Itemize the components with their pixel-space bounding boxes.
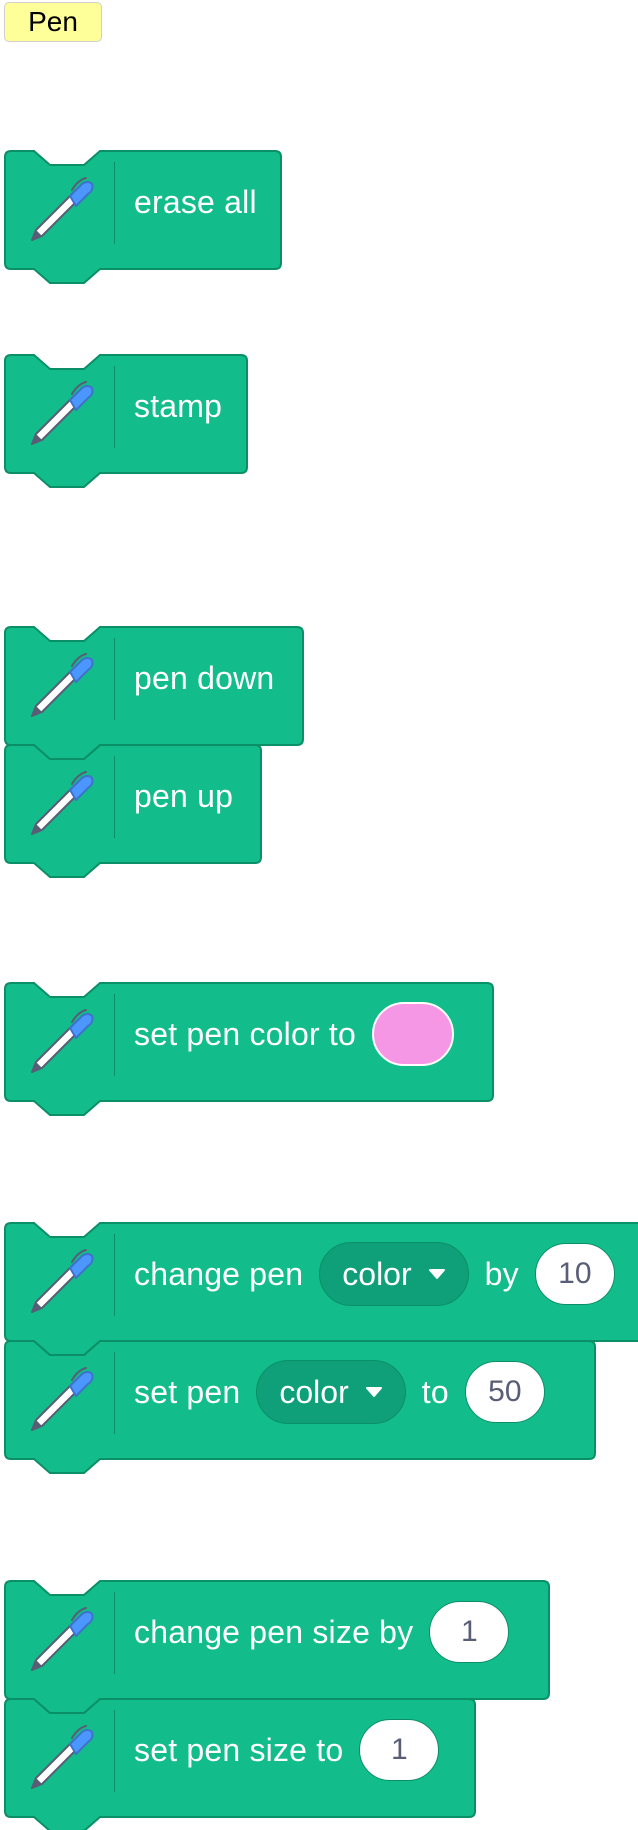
pen-icon [26,1366,96,1436]
block-label: set pen size to [134,1731,344,1768]
pen-icon [26,770,96,840]
block-label: set pen color to [134,1015,356,1052]
divider [114,994,115,1076]
change-pen-param-block[interactable]: change pen color by 10 [0,1218,638,1356]
block-label: to [421,1373,449,1410]
pen-down-block[interactable]: pen down [0,622,308,760]
value-input[interactable]: 1 [359,1719,440,1781]
set-pen-size-block[interactable]: set pen size to 1 [0,1694,480,1830]
block-label: pen up [134,777,234,814]
pen-icon [26,176,96,246]
divider [114,1710,115,1792]
pen-icon [26,1248,96,1318]
block-label: stamp [134,387,223,424]
set-pen-param-block[interactable]: set pen color to 50 [0,1336,600,1474]
dropdown-value: color [279,1373,349,1410]
category-label[interactable]: Pen [4,2,102,42]
pen-param-dropdown[interactable]: color [319,1242,469,1306]
change-pen-size-block[interactable]: change pen size by 1 [0,1576,554,1714]
pen-up-block[interactable]: pen up [0,740,266,878]
value-input[interactable]: 50 [464,1361,545,1423]
pen-param-dropdown[interactable]: color [256,1360,406,1424]
divider [114,162,115,244]
stamp-block[interactable]: stamp [0,350,252,488]
block-label: change pen size by [134,1613,414,1650]
pen-icon [26,1724,96,1794]
set-pen-color-block[interactable]: set pen color to [0,978,498,1116]
block-label: change pen [134,1255,304,1292]
divider [114,366,115,448]
block-label: by [484,1255,519,1292]
divider [114,1234,115,1316]
caret-down-icon [428,1269,445,1279]
value-input[interactable]: 10 [534,1243,615,1305]
pen-icon [26,1606,96,1676]
value-input[interactable]: 1 [429,1601,510,1663]
divider [114,1352,115,1434]
pen-color-swatch[interactable] [372,1002,454,1066]
divider [114,638,115,720]
block-label: erase all [134,183,257,220]
erase-all-block[interactable]: erase all [0,146,286,284]
block-label: set pen [134,1373,241,1410]
block-label: pen down [134,659,275,696]
divider [114,756,115,838]
dropdown-value: color [342,1255,412,1292]
divider [114,1592,115,1674]
pen-icon [26,380,96,450]
pen-icon [26,1008,96,1078]
caret-down-icon [365,1387,382,1397]
pen-icon [26,652,96,722]
